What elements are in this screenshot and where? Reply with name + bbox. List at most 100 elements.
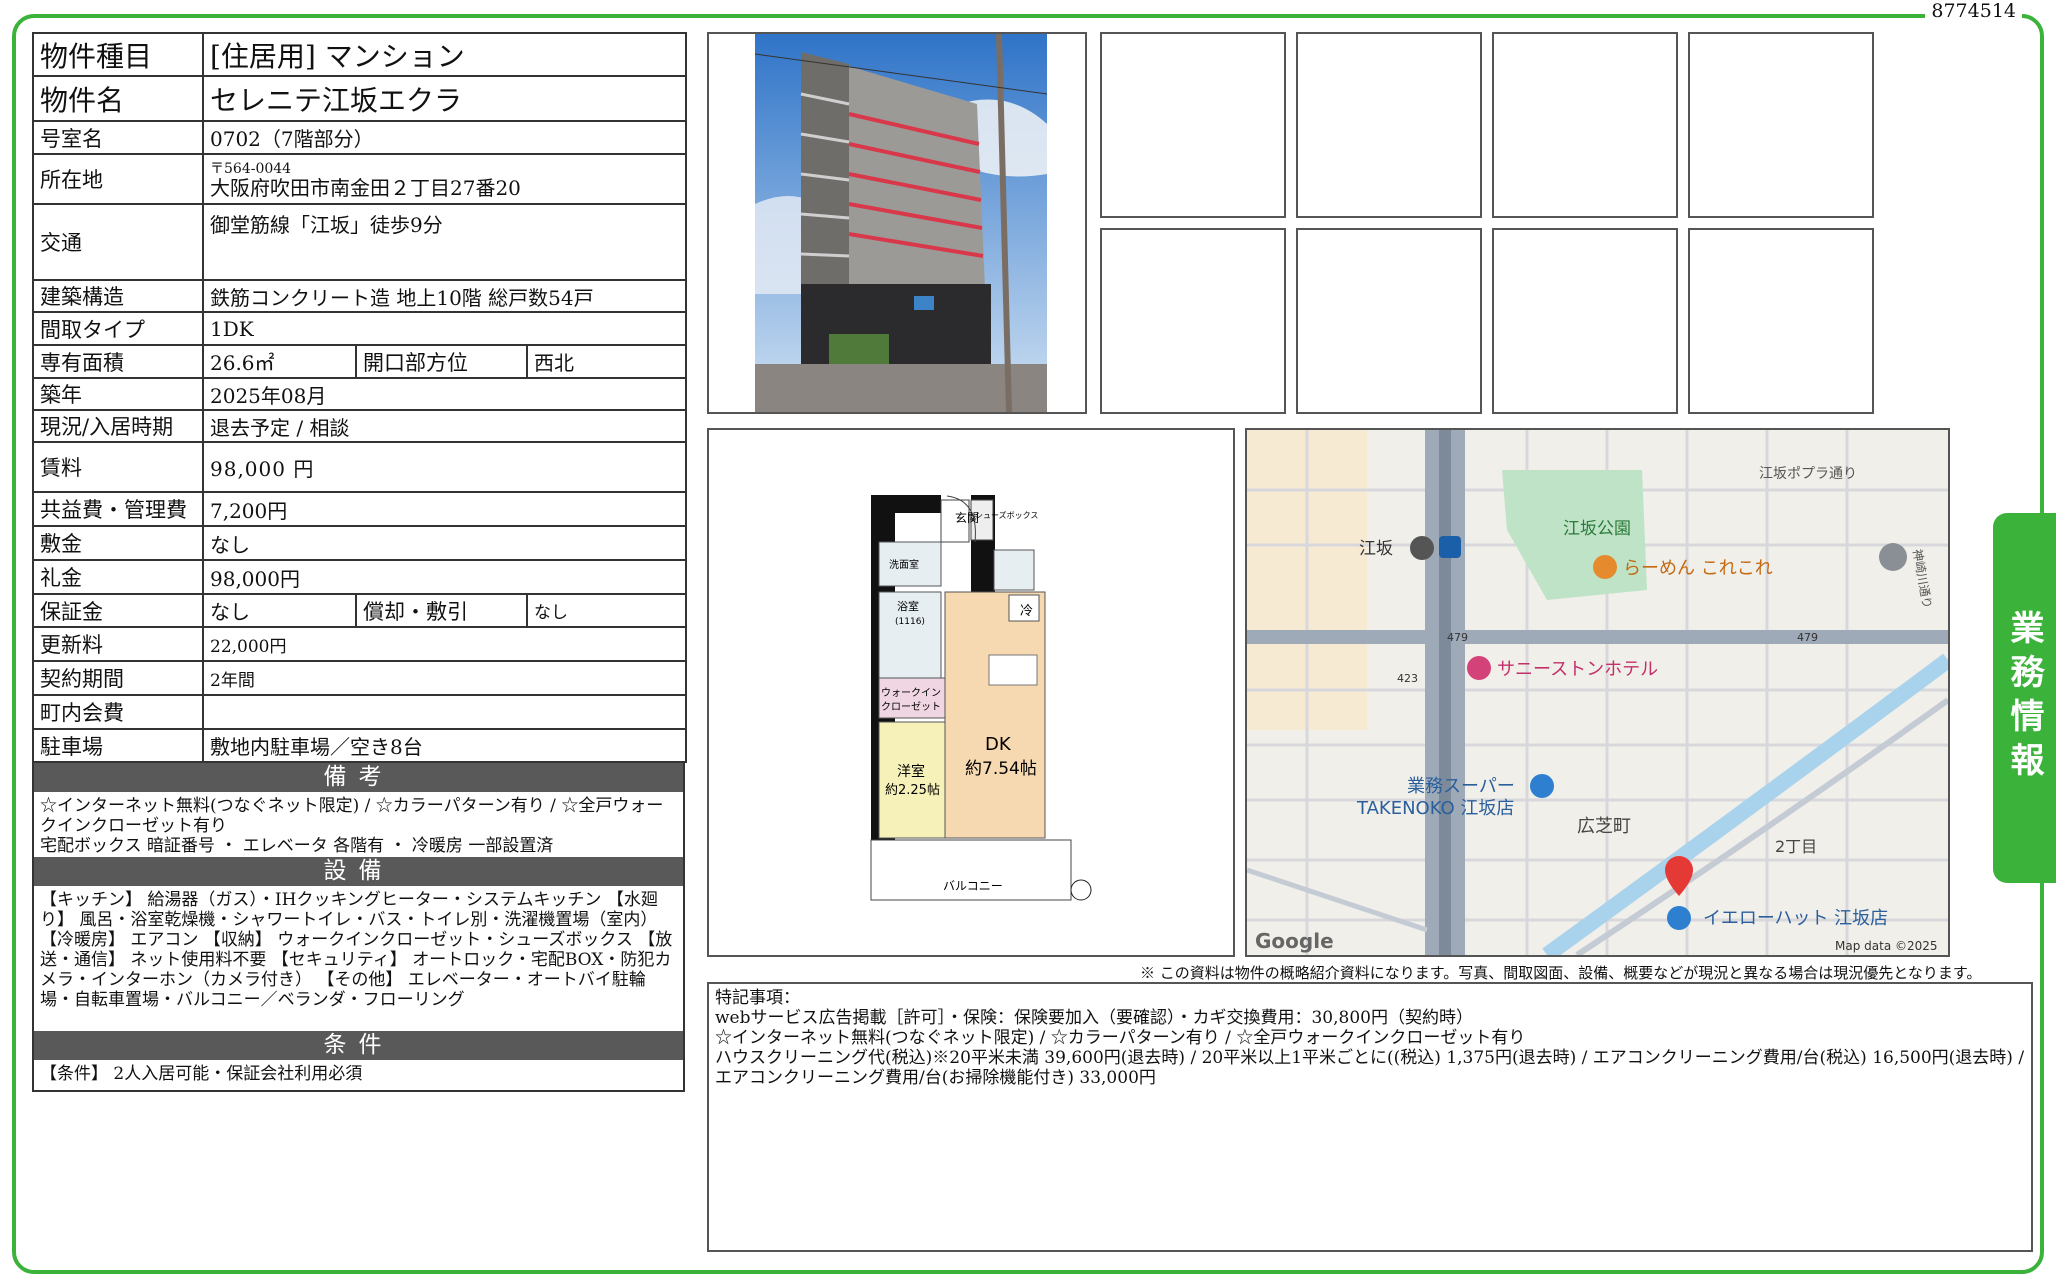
photo-thumbnail[interactable] xyxy=(1100,32,1286,218)
special-notes-line: ハウスクリーニング代(税込)※20平米未満 39,600円(退去時) / 20平… xyxy=(715,1048,2025,1088)
plan-bath-size: (1116) xyxy=(895,617,925,627)
map-station-label: 江坂 xyxy=(1359,539,1393,559)
direction-value: 西北 xyxy=(525,344,688,379)
photo-thumbnail[interactable] xyxy=(1296,32,1482,218)
map-hotel-label: サニーストンホテル xyxy=(1497,659,1658,680)
amort-label: 償却・敷引 xyxy=(355,593,528,628)
community-label: 町内会費 xyxy=(32,694,204,730)
plan-balcony-label: バルコニー xyxy=(943,879,1003,893)
map-google-logo: Google xyxy=(1255,929,1334,953)
amort-value: なし xyxy=(525,593,688,628)
fee-label: 共益費・管理費 xyxy=(32,491,204,527)
photo-thumbnail[interactable] xyxy=(1492,228,1678,414)
area-value: 26.6㎡ xyxy=(202,344,357,379)
built-label: 築年 xyxy=(32,377,204,411)
room-value: 0702（7階部分） xyxy=(201,120,688,155)
name-value: セレニテ江坂エクラ xyxy=(201,75,688,122)
remarks-text-2: 宅配ボックス 暗証番号 ・ エレベータ 各階有 ・ 冷暖房 一部設置済 xyxy=(40,836,554,856)
plan-fridge-label: 冷 xyxy=(1020,604,1033,619)
built-value: 2025年08月 xyxy=(201,377,688,411)
conditions-heading: 条件 xyxy=(32,1031,685,1060)
map-town-label: 広芝町 xyxy=(1577,816,1631,837)
map-super-label-2: TAKENOKO 江坂店 xyxy=(1356,798,1514,819)
status-value: 退去予定 / 相談 xyxy=(201,409,688,443)
plan-shoebox-label: シューズボックス xyxy=(975,510,1038,520)
plan-bath-label: 浴室 xyxy=(897,599,919,613)
area-label: 専有面積 xyxy=(32,344,204,379)
plan-dk-label: DK xyxy=(985,734,1012,755)
fee-value: 7,200円 xyxy=(201,491,688,527)
building-photo[interactable] xyxy=(707,32,1087,414)
keymoney-value: 98,000円 xyxy=(201,559,688,595)
plan-dk-size: 約7.54帖 xyxy=(965,759,1037,779)
renewal-label: 更新料 xyxy=(32,626,204,662)
floor-plan-drawing: 玄関 シューズボックス 洗面室 冷 浴室 (1116) ウォークイン クローゼッ… xyxy=(709,430,1233,955)
map-poplar-label: 江坂ポプラ通り xyxy=(1759,466,1857,482)
room-label: 号室名 xyxy=(32,120,204,155)
special-notes-line: ☆インターネット無料(つなぐネット限定) / ☆カラーパターン有り / ☆全戸ウ… xyxy=(715,1028,1526,1048)
map-route-479: 479 xyxy=(1797,631,1818,644)
plan-western-label: 洋室 xyxy=(897,763,925,780)
equipment-heading: 設備 xyxy=(32,857,685,886)
remarks-text: ☆インターネット無料(つなぐネット限定) / ☆カラーパターン有り / ☆全戸ウ… xyxy=(40,796,664,836)
community-value xyxy=(201,694,688,730)
deposit-value: なし xyxy=(201,525,688,561)
guarantee-value: なし xyxy=(202,593,357,628)
map-super-label-1: 業務スーパー xyxy=(1407,776,1515,797)
photo-thumbnail[interactable] xyxy=(1100,228,1286,414)
map-route-423: 423 xyxy=(1397,672,1418,685)
photo-thumbnail[interactable] xyxy=(1688,32,1874,218)
map-park-label: 江坂公園 xyxy=(1563,519,1631,539)
rent-label: 賃料 xyxy=(32,441,204,493)
keymoney-label: 礼金 xyxy=(32,559,204,595)
name-label: 物件名 xyxy=(32,75,204,122)
business-info-tab[interactable]: 業務情報 xyxy=(1993,513,2056,883)
document-id: 8774514 xyxy=(1925,0,2022,22)
location-map[interactable]: 江坂 江坂公園 らーめん これこれ サニーストンホテル 業務スーパー TAKEN… xyxy=(1245,428,1950,957)
map-canvas: 江坂 江坂公園 らーめん これこれ サニーストンホテル 業務スーパー TAKEN… xyxy=(1247,430,1948,955)
direction-label: 開口部方位 xyxy=(355,344,528,379)
equipment-body: 【キッチン】 給湯器（ガス）・IHクッキングヒーター・システムキッチン 【水廻り… xyxy=(32,886,685,1031)
map-yellowhat-label: イエローハット 江坂店 xyxy=(1703,908,1888,929)
remarks-body: ☆インターネット無料(つなぐネット限定) / ☆カラーパターン有り / ☆全戸ウ… xyxy=(32,792,685,857)
contract-label: 契約期間 xyxy=(32,660,204,696)
access-label: 交通 xyxy=(32,203,204,281)
structure-label: 建築構造 xyxy=(32,279,204,313)
property-info-panel: 物件種目 [住居用] マンション 物件名 セレニテ江坂エクラ 号室名 0702（7階部… xyxy=(32,32,688,1092)
plan-wic-label-2: クローゼット xyxy=(881,701,941,713)
type-label: 物件種目 xyxy=(32,32,204,77)
disclaimer-note: ※ この資料は物件の概略紹介資料になります。写真、間取図面、設備、概要などが現況… xyxy=(1140,964,1982,982)
business-info-tab-label: 業務情報 xyxy=(2004,610,2044,786)
renewal-value: 22,000円 xyxy=(201,626,688,662)
special-notes: 特記事項： webサービス広告掲載［許可］・保険：保険要加入（要確認）・カギ交換… xyxy=(707,982,2033,1252)
location-label: 所在地 xyxy=(32,153,204,205)
status-label: 現況/入居時期 xyxy=(32,409,204,443)
map-attribution: Map data ©2025 xyxy=(1835,939,1938,953)
parking-value: 敷地内駐車場／空き8台 xyxy=(201,728,688,763)
parking-label: 駐車場 xyxy=(32,728,204,763)
map-chome-label: 2丁目 xyxy=(1775,837,1817,856)
access-value: 御堂筋線「江坂」徒歩9分 xyxy=(201,203,688,281)
type-value: [住居用] マンション xyxy=(201,32,688,77)
building-photo-image xyxy=(709,34,1085,412)
layout-label: 間取タイプ xyxy=(32,311,204,346)
contract-value: 2年間 xyxy=(201,660,688,696)
map-ramen-label: らーめん これこれ xyxy=(1623,558,1773,579)
guarantee-label: 保証金 xyxy=(32,593,204,628)
map-route-479: 479 xyxy=(1447,631,1468,644)
special-notes-line: webサービス広告掲載［許可］・保険：保険要加入（要確認）・カギ交換費用：30,… xyxy=(715,1008,1473,1028)
plan-washer-label: 洗面室 xyxy=(889,558,919,571)
structure-value: 鉄筋コンクリート造 地上10階 総戸数54戸 xyxy=(201,279,688,313)
deposit-label: 敷金 xyxy=(32,525,204,561)
photo-thumbnail[interactable] xyxy=(1296,228,1482,414)
conditions-body: 【条件】 2人入居可能・保証会社利用必須 xyxy=(32,1060,685,1092)
address: 大阪府吹田市南金田２丁目27番20 xyxy=(210,176,521,200)
zip-code: 〒564-0044 xyxy=(210,161,292,177)
property-table: 物件種目 [住居用] マンション 物件名 セレニテ江坂エクラ 号室名 0702（7階部… xyxy=(32,32,688,763)
floor-plan[interactable]: 玄関 シューズボックス 洗面室 冷 浴室 (1116) ウォークイン クローゼッ… xyxy=(707,428,1235,957)
layout-value: 1DK xyxy=(201,311,688,346)
special-notes-title: 特記事項： xyxy=(715,988,800,1008)
remarks-heading: 備考 xyxy=(32,763,685,792)
photo-thumbnail[interactable] xyxy=(1688,228,1874,414)
photo-thumbnail[interactable] xyxy=(1492,32,1678,218)
